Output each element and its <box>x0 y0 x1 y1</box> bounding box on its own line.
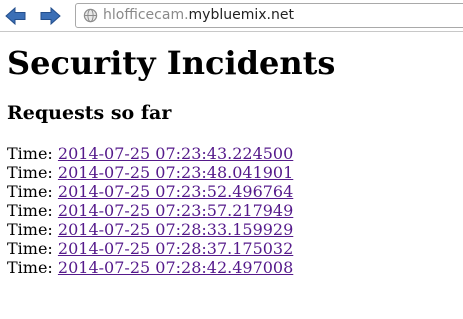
list-item: Time: 2014-07-25 07:28:37.175032 <box>7 239 293 258</box>
globe-icon <box>83 8 98 23</box>
arrow-left-icon <box>5 6 26 26</box>
request-link[interactable]: 2014-07-25 07:28:37.175032 <box>58 239 293 258</box>
request-link[interactable]: 2014-07-25 07:28:33.159929 <box>58 220 293 239</box>
time-label: Time: <box>7 258 53 277</box>
time-label: Time: <box>7 182 53 201</box>
request-link[interactable]: 2014-07-25 07:23:43.224500 <box>58 144 293 163</box>
time-label: Time: <box>7 220 53 239</box>
time-label: Time: <box>7 163 53 182</box>
list-item: Time: 2014-07-25 07:28:42.497008 <box>7 258 293 277</box>
back-button[interactable] <box>4 6 28 26</box>
time-label: Time: <box>7 239 53 258</box>
request-list: Time: 2014-07-25 07:23:43.224500 Time: 2… <box>7 144 293 277</box>
list-item: Time: 2014-07-25 07:23:48.041901 <box>7 163 293 182</box>
request-link[interactable]: 2014-07-25 07:23:57.217949 <box>58 201 293 220</box>
request-link[interactable]: 2014-07-25 07:23:48.041901 <box>58 163 293 182</box>
time-label: Time: <box>7 144 53 163</box>
request-link[interactable]: 2014-07-25 07:23:52.496764 <box>58 182 293 201</box>
time-label: Time: <box>7 201 53 220</box>
url-domain: mybluemix.net <box>188 7 294 23</box>
address-bar[interactable]: hlofficecam.mybluemix.net <box>75 3 463 28</box>
url-subdomain: hlofficecam. <box>103 7 189 23</box>
browser-toolbar: hlofficecam.mybluemix.net <box>0 0 463 32</box>
arrow-right-icon <box>40 6 61 26</box>
page-title: Security Incidents <box>7 44 336 82</box>
url-text: hlofficecam.mybluemix.net <box>103 4 294 27</box>
list-item: Time: 2014-07-25 07:28:33.159929 <box>7 220 293 239</box>
list-item: Time: 2014-07-25 07:23:43.224500 <box>7 144 293 163</box>
page-subtitle: Requests so far <box>7 102 172 124</box>
list-item: Time: 2014-07-25 07:23:57.217949 <box>7 201 293 220</box>
request-link[interactable]: 2014-07-25 07:28:42.497008 <box>58 258 293 277</box>
forward-button[interactable] <box>38 6 62 26</box>
list-item: Time: 2014-07-25 07:23:52.496764 <box>7 182 293 201</box>
